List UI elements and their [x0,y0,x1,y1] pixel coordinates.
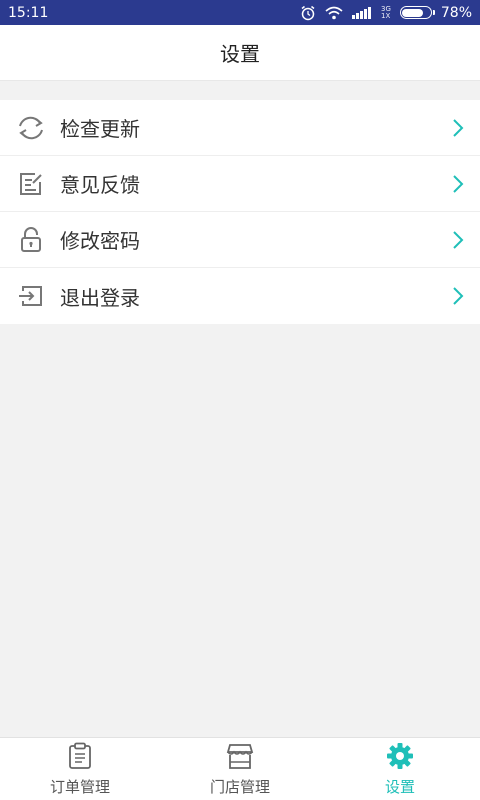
nav-label: 设置 [384,777,415,796]
signal-icon [351,6,372,19]
settings-menu: 检查更新 意见反馈 修改密码 退出登录 [0,100,480,324]
nav-label: 门店管理 [209,777,270,796]
nav-item-stores[interactable]: 门店管理 [160,738,320,800]
status-icons: 3G 1X 78% [300,5,472,21]
battery-icon [399,6,435,19]
bottom-nav: 订单管理 门店管理 设置 [0,737,480,800]
feedback-edit-icon [16,169,46,199]
menu-item-label: 修改密码 [60,229,140,253]
nav-label: 订单管理 [49,777,110,796]
chevron-right-icon [450,174,466,194]
network-type: 3G 1X [380,4,391,20]
refresh-icon [16,113,46,143]
chevron-right-icon [450,118,466,138]
gear-icon [386,742,414,774]
chevron-right-icon [450,286,466,306]
menu-item-feedback[interactable]: 意见反馈 [0,156,480,212]
store-icon [226,742,254,774]
header: 设置 [0,25,480,81]
menu-item-label: 检查更新 [60,117,140,141]
menu-item-change-password[interactable]: 修改密码 [0,212,480,268]
menu-item-label: 退出登录 [60,285,140,310]
page-title: 设置 [220,42,260,66]
lock-icon [16,225,46,255]
logout-icon [16,281,46,311]
wifi-icon [325,6,343,20]
status-time: 15:11 [8,4,49,21]
alarm-icon [300,5,316,21]
status-bar: 15:11 3G 1X 78% [0,0,480,25]
menu-item-check-update[interactable]: 检查更新 [0,100,480,156]
chevron-right-icon [450,230,466,250]
nav-item-orders[interactable]: 订单管理 [0,738,160,800]
menu-item-logout[interactable]: 退出登录 [0,268,480,324]
clipboard-icon [67,742,93,774]
battery-percent: 78% [440,4,472,21]
nav-item-settings[interactable]: 设置 [320,738,480,800]
menu-item-label: 意见反馈 [60,173,140,197]
